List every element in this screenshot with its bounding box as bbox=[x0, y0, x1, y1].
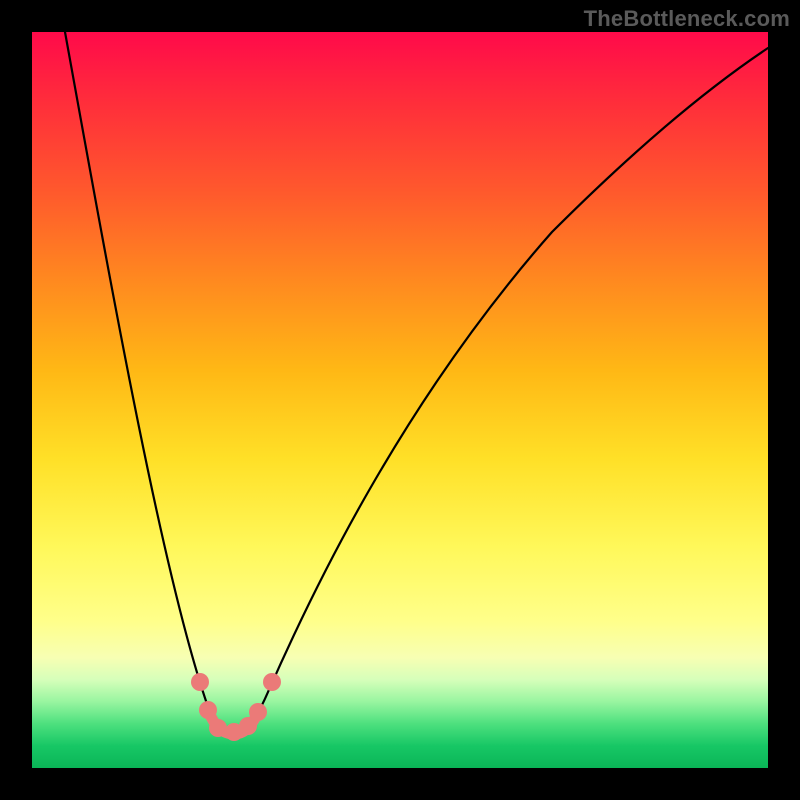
curve-svg bbox=[32, 32, 768, 768]
marker-group bbox=[191, 673, 281, 741]
marker-dot bbox=[249, 703, 267, 721]
watermark-text: TheBottleneck.com bbox=[584, 6, 790, 32]
marker-dot bbox=[209, 719, 227, 737]
bottleneck-curve bbox=[65, 32, 768, 732]
chart-frame: TheBottleneck.com bbox=[0, 0, 800, 800]
marker-dot bbox=[263, 673, 281, 691]
marker-dot bbox=[199, 701, 217, 719]
plot-area bbox=[32, 32, 768, 768]
marker-dot bbox=[191, 673, 209, 691]
